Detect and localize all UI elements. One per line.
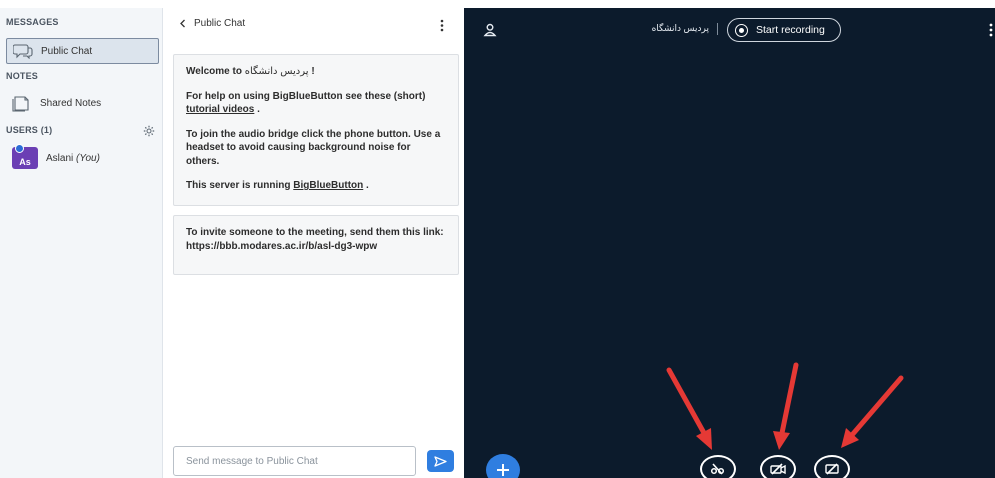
chat-message-input[interactable] — [173, 446, 416, 476]
welcome-suffix: ! — [311, 66, 315, 77]
help-line: For help on using BigBlueButton see thes… — [186, 90, 446, 117]
arrowhead-mute — [696, 428, 712, 450]
send-icon — [434, 455, 447, 467]
chat-title: Public Chat — [194, 18, 246, 29]
shared-notes-label: Shared Notes — [40, 97, 102, 109]
notes-icon — [12, 96, 29, 112]
media-area: پردیس دانشگاه Start recording — [464, 8, 995, 478]
chat-options-icon[interactable] — [440, 19, 444, 32]
server-end: . — [366, 180, 369, 191]
tutorial-videos-link[interactable]: tutorial videos — [186, 104, 254, 115]
sidebar-item-public-chat[interactable]: Public Chat — [6, 38, 159, 64]
welcome-name: پردیس دانشگاه — [244, 66, 309, 77]
camera-off-icon — [770, 463, 786, 475]
arrow-to-camera — [779, 362, 799, 436]
messages-section-title: MESSAGES — [6, 17, 59, 27]
arrow-to-screenshare — [849, 375, 904, 438]
server-text: This server is running — [186, 180, 294, 191]
notes-section-title: NOTES — [6, 71, 39, 81]
avatar: As — [12, 144, 38, 169]
help-end: . — [257, 104, 260, 115]
arrowhead-screenshare — [841, 428, 859, 448]
chat-bubble-icon — [13, 44, 33, 59]
invite-message: To invite someone to the meeting, send t… — [173, 215, 459, 275]
actions-button[interactable] — [486, 454, 520, 478]
user-name-text: Aslani — [46, 152, 74, 164]
more-options-icon[interactable] — [989, 23, 993, 37]
chat-panel: Public Chat Welcome to پردیس دانشگاه ! F… — [163, 8, 464, 478]
chat-back-button[interactable]: Public Chat — [179, 18, 245, 29]
send-message-button[interactable] — [427, 450, 454, 472]
camera-button[interactable] — [760, 455, 796, 478]
user-list-item[interactable]: As Aslani (You) — [6, 144, 159, 172]
mute-button[interactable] — [700, 455, 736, 478]
bigbluebutton-link[interactable]: BigBlueButton — [293, 180, 363, 191]
arrowhead-camera — [773, 431, 790, 450]
you-label: (You) — [76, 152, 100, 164]
users-section-title: USERS (1) — [6, 125, 53, 135]
chevron-left-icon — [180, 19, 185, 28]
record-icon — [735, 23, 748, 37]
help-text: For help on using BigBlueButton see thes… — [186, 90, 426, 102]
arrow-to-mute — [666, 367, 707, 436]
sidebar-item-shared-notes[interactable]: Shared Notes — [6, 90, 159, 116]
user-name: Aslani (You) — [46, 153, 100, 164]
avatar-initials: As — [19, 157, 31, 167]
invite-text: To invite someone to the meeting, send t… — [186, 227, 444, 252]
welcome-line: Welcome to پردیس دانشگاه ! — [186, 65, 446, 79]
user-icon[interactable] — [483, 23, 497, 37]
user-list-panel: MESSAGES Public Chat NOTES Shared Notes … — [0, 8, 163, 478]
welcome-prefix: Welcome to — [186, 66, 245, 77]
welcome-message: Welcome to پردیس دانشگاه ! For help on u… — [173, 54, 459, 206]
server-line: This server is running BigBlueButton . — [186, 179, 446, 193]
start-recording-button[interactable]: Start recording — [727, 18, 841, 42]
screenshare-button[interactable] — [814, 455, 850, 478]
record-label: Start recording — [756, 24, 825, 36]
public-chat-label: Public Chat — [41, 45, 93, 57]
plus-icon — [497, 464, 509, 476]
audio-help-text: To join the audio bridge click the phone… — [186, 128, 441, 167]
microphone-muted-icon — [710, 463, 725, 475]
gear-icon[interactable] — [143, 125, 155, 137]
title-divider — [717, 23, 718, 35]
meeting-title: پردیس دانشگاه — [651, 23, 709, 33]
annotation-arrows — [666, 362, 904, 450]
screenshare-off-icon — [825, 463, 839, 475]
